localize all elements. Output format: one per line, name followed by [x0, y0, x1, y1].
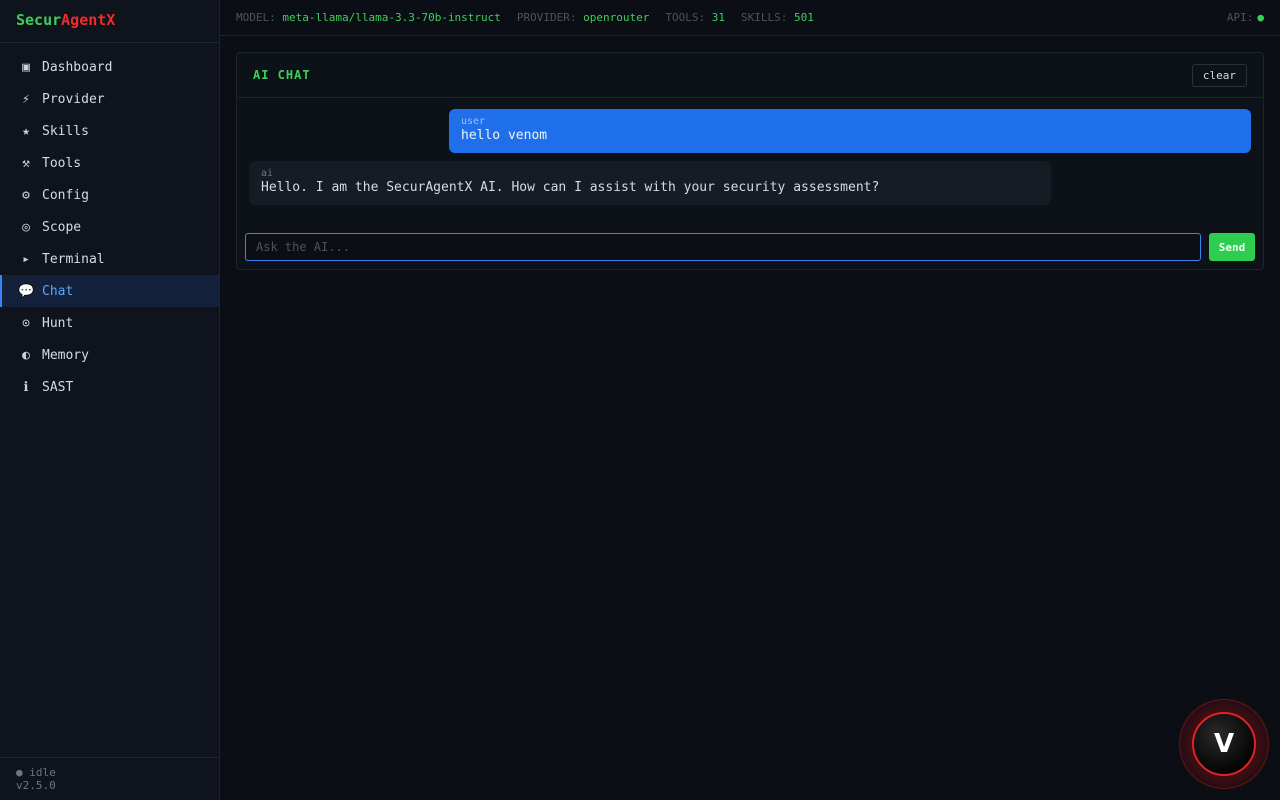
message-text: Hello. I am the SecurAgentX AI. How can …	[261, 180, 880, 195]
sidebar-item-label: Chat	[42, 283, 74, 299]
sidebar-item-config[interactable]: ⚙ Config	[0, 179, 219, 211]
venom-logo-icon: V	[1192, 712, 1256, 776]
chat-panel-header: AI CHAT clear	[237, 53, 1263, 98]
sidebar-item-label: Provider	[42, 91, 105, 107]
dashboard-icon: ▣	[22, 59, 30, 75]
app-logo[interactable]: SecurAgentX	[0, 0, 219, 43]
logo-part-agentx: AgentX	[61, 11, 116, 29]
sidebar-item-label: Terminal	[42, 251, 105, 267]
sidebar-item-terminal[interactable]: ▸ Terminal	[0, 243, 219, 275]
skills-label: SKILLS:	[741, 11, 788, 24]
provider-value: openrouter	[583, 11, 650, 24]
sidebar-item-chat[interactable]: 💬 Chat	[0, 275, 219, 307]
terminal-icon: ▸	[22, 251, 30, 267]
sidebar-item-dashboard[interactable]: ▣ Dashboard	[0, 51, 219, 83]
ai-message: ai Hello. I am the SecurAgentX AI. How c…	[249, 161, 1051, 205]
gear-icon: ⚙	[22, 187, 30, 203]
star-icon: ★	[22, 123, 30, 139]
model-label: MODEL:	[236, 11, 276, 24]
chat-panel: AI CHAT clear user hello venom ai Hello.…	[236, 52, 1264, 270]
sidebar-item-label: Config	[42, 187, 89, 203]
message-text: hello venom	[461, 128, 548, 143]
crosshair-icon: ⊙	[22, 315, 30, 331]
sidebar: SecurAgentX ▣ Dashboard ⚡ Provider ★ Ski…	[0, 0, 220, 800]
chat-input-row: Send	[245, 233, 1255, 261]
skills-count: 501	[794, 11, 814, 24]
half-circle-icon: ◐	[22, 347, 30, 363]
clear-button[interactable]: clear	[1191, 63, 1247, 87]
sidebar-item-scope[interactable]: ◎ Scope	[0, 211, 219, 243]
sidebar-item-label: Dashboard	[42, 59, 113, 75]
sidebar-item-memory[interactable]: ◐ Memory	[0, 339, 219, 371]
sidebar-item-label: Memory	[42, 347, 89, 363]
sidebar-footer: ● idle v2.5.0	[0, 757, 219, 800]
sidebar-item-label: SAST	[42, 379, 74, 395]
provider-label: PROVIDER:	[516, 11, 577, 24]
sidebar-item-label: Scope	[42, 219, 82, 235]
venom-assistant-button[interactable]: V	[1179, 699, 1269, 789]
chat-panel-title: AI CHAT	[253, 68, 311, 82]
app-version: v2.5.0	[16, 779, 56, 792]
sidebar-nav: ▣ Dashboard ⚡ Provider ★ Skills ⚒ Tools …	[0, 43, 219, 403]
chat-bubble-icon: 💬	[18, 283, 35, 299]
sidebar-item-label: Skills	[42, 123, 89, 139]
send-button[interactable]: Send	[1209, 233, 1255, 261]
sidebar-item-hunt[interactable]: ⊙ Hunt	[0, 307, 219, 339]
tools-count: 31	[711, 11, 726, 24]
message-role: user	[461, 116, 486, 127]
chat-input[interactable]	[245, 233, 1201, 261]
message-role: ai	[261, 168, 274, 179]
user-message: user hello venom	[449, 109, 1251, 153]
api-status-dot: ●	[1257, 11, 1264, 24]
sidebar-item-provider[interactable]: ⚡ Provider	[0, 83, 219, 115]
info-icon: ℹ	[23, 379, 29, 395]
sidebar-item-sast[interactable]: ℹ SAST	[0, 371, 219, 403]
target-icon: ◎	[22, 219, 30, 235]
model-value: meta-llama/llama-3.3-70b-instruct	[282, 11, 501, 24]
fab-letter: V	[1213, 729, 1235, 759]
agent-status: ● idle	[16, 766, 56, 779]
sidebar-item-label: Tools	[42, 155, 82, 171]
hammer-icon: ⚒	[22, 155, 30, 171]
api-label: API:	[1226, 11, 1254, 24]
sidebar-item-tools[interactable]: ⚒ Tools	[0, 147, 219, 179]
status-bar: MODEL: meta-llama/llama-3.3-70b-instruct…	[220, 0, 1280, 36]
tools-label: TOOLS:	[665, 11, 706, 24]
sidebar-item-label: Hunt	[42, 315, 74, 331]
lightning-icon: ⚡	[22, 91, 30, 107]
sidebar-item-skills[interactable]: ★ Skills	[0, 115, 219, 147]
logo-part-secur: Secur	[16, 11, 62, 29]
